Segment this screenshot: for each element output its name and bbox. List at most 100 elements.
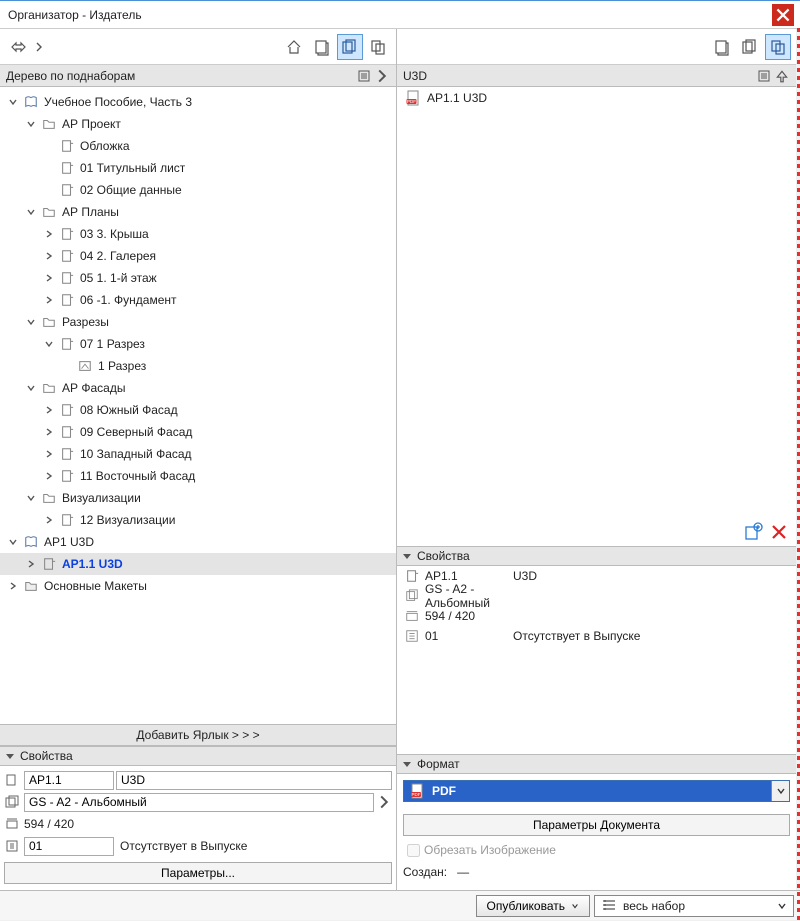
disclosure-toggle[interactable]: [24, 491, 38, 505]
right-options-button[interactable]: [756, 68, 772, 84]
format-select[interactable]: PDF PDF: [403, 780, 790, 802]
left-properties-header[interactable]: Свойства: [0, 746, 396, 766]
layouts-stack-icon: [741, 38, 759, 56]
disclosure-toggle[interactable]: [24, 557, 38, 571]
disclosure-toggle[interactable]: [24, 381, 38, 395]
left-toolbar: [0, 29, 396, 65]
pdf-icon: PDF: [410, 783, 426, 799]
publish-list-item[interactable]: PDFАР1.1 U3D: [397, 87, 796, 109]
format-select-label: PDF: [432, 784, 771, 798]
tree-row-label: 10 Западный Фасад: [80, 447, 192, 461]
sheet-icon: [58, 424, 76, 440]
right-properties-header[interactable]: Свойства: [397, 546, 796, 566]
tree-row[interactable]: Учебное Пособие, Часть 3: [0, 91, 396, 113]
layout-tree[interactable]: Учебное Пособие, Часть 3АР ПроектОбложка…: [0, 87, 396, 724]
disclosure-toggle[interactable]: [42, 271, 56, 285]
right-layout-button[interactable]: [709, 34, 735, 60]
publish-button[interactable]: Опубликовать: [476, 895, 590, 917]
left-panel: Дерево по поднаборам Учебное Пособие, Ча…: [0, 29, 397, 890]
right-stack-button[interactable]: [737, 34, 763, 60]
tree-row[interactable]: 10 Западный Фасад: [0, 443, 396, 465]
disclosure-toggle[interactable]: [6, 579, 20, 593]
tree-row[interactable]: 09 Северный Фасад: [0, 421, 396, 443]
delete-icon: [770, 523, 788, 541]
sheet-icon: [58, 446, 76, 462]
tree-row[interactable]: 03 3. Крыша: [0, 223, 396, 245]
layout-book-button[interactable]: [309, 34, 335, 60]
chevron-down-icon: [775, 901, 789, 911]
disclosure-toggle[interactable]: [42, 227, 56, 241]
tree-row[interactable]: 02 Общие данные: [0, 179, 396, 201]
tree-row[interactable]: 06 -1. Фундамент: [0, 289, 396, 311]
right-publish-button[interactable]: [765, 34, 791, 60]
disclosure-toggle: [60, 359, 74, 373]
format-header[interactable]: Формат: [397, 754, 796, 774]
tree-row[interactable]: 05 1. 1-й этаж: [0, 267, 396, 289]
layout-code-input[interactable]: [24, 771, 114, 790]
tree-row-label: 08 Южный Фасад: [80, 403, 178, 417]
disclosure-toggle[interactable]: [24, 117, 38, 131]
revision-input[interactable]: [24, 837, 114, 856]
book-icon: [22, 534, 40, 550]
publish-list[interactable]: PDFАР1.1 U3D: [397, 87, 796, 518]
tree-row[interactable]: 08 Южный Фасад: [0, 399, 396, 421]
publisher-set-button[interactable]: [337, 34, 363, 60]
master-layout-chevron[interactable]: [376, 794, 392, 810]
disclosure-toggle[interactable]: [42, 513, 56, 527]
layout-name-input[interactable]: [116, 771, 392, 790]
tree-row[interactable]: 07 1 Разрез: [0, 333, 396, 355]
created-at-label: Создан:: [403, 865, 447, 879]
disclosure-toggle[interactable]: [24, 315, 38, 329]
navigator-button[interactable]: [5, 34, 31, 60]
close-button[interactable]: [772, 4, 794, 26]
disclosure-toggle[interactable]: [24, 205, 38, 219]
tree-row-label: 09 Северный Фасад: [80, 425, 192, 439]
right-toolbar: [397, 29, 796, 65]
delete-item-button[interactable]: [768, 521, 790, 543]
disclosure-toggle[interactable]: [42, 447, 56, 461]
parameters-button[interactable]: Параметры...: [4, 862, 392, 884]
house-icon: [285, 38, 303, 56]
publish-scope-combo[interactable]: весь набор: [594, 895, 794, 917]
disclosure-toggle[interactable]: [42, 293, 56, 307]
publisher-button[interactable]: [365, 34, 391, 60]
tree-row[interactable]: 1 Разрез: [0, 355, 396, 377]
disclosure-toggle[interactable]: [6, 95, 20, 109]
tree-row[interactable]: АР Проект: [0, 113, 396, 135]
publish-scope-label: весь набор: [623, 899, 775, 913]
disclosure-toggle[interactable]: [6, 535, 20, 549]
revision-status-label: Отсутствует в Выпуске: [120, 839, 247, 853]
disclosure-toggle[interactable]: [42, 249, 56, 263]
tree-row[interactable]: 01 Титульный лист: [0, 157, 396, 179]
tree-row[interactable]: Основные Макеты: [0, 575, 396, 597]
tree-row[interactable]: АР1 U3D: [0, 531, 396, 553]
disclosure-toggle[interactable]: [42, 425, 56, 439]
tree-row[interactable]: Разрезы: [0, 311, 396, 333]
add-shortcut-button[interactable]: Добавить Ярлык > > >: [0, 724, 396, 746]
tree-row[interactable]: АР1.1 U3D: [0, 553, 396, 575]
tree-row[interactable]: 11 Восточный Фасад: [0, 465, 396, 487]
tree-options-button[interactable]: [356, 68, 372, 84]
format-panel: PDF PDF Параметры Документа Обрезать Изо…: [397, 774, 796, 890]
disclosure-toggle[interactable]: [42, 337, 56, 351]
right-up-button[interactable]: [774, 68, 790, 84]
caret-down-icon: [6, 754, 14, 759]
sheet-icon: [58, 226, 76, 242]
navigator-menu-button[interactable]: [33, 34, 45, 60]
view-map-button[interactable]: [281, 34, 307, 60]
tree-row[interactable]: Визуализации: [0, 487, 396, 509]
tree-row[interactable]: Обложка: [0, 135, 396, 157]
tree-row[interactable]: 12 Визуализации: [0, 509, 396, 531]
document-parameters-button[interactable]: Параметры Документа: [403, 814, 790, 836]
folder-icon: [40, 490, 58, 506]
options-icon: [357, 69, 371, 83]
add-item-button[interactable]: [742, 521, 764, 543]
tree-row[interactable]: АР Планы: [0, 201, 396, 223]
disclosure-toggle[interactable]: [42, 403, 56, 417]
master-layout-input[interactable]: [24, 793, 374, 812]
tree-row[interactable]: 04 2. Галерея: [0, 245, 396, 267]
book-icon: [22, 94, 40, 110]
tree-chevron-button[interactable]: [374, 68, 390, 84]
tree-row[interactable]: АР Фасады: [0, 377, 396, 399]
disclosure-toggle[interactable]: [42, 469, 56, 483]
